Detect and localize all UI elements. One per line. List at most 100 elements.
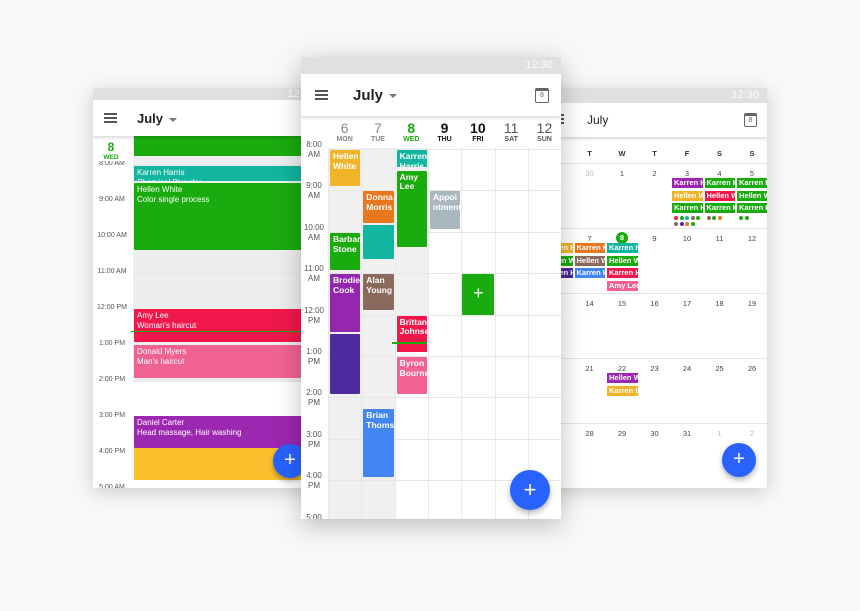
date-cell[interactable]: 1 xyxy=(704,429,736,438)
event-block[interactable]: Appoi ntment xyxy=(429,191,461,229)
day-header: 8 WED xyxy=(93,140,129,161)
day-name: SAT xyxy=(504,136,518,143)
calendar-today-icon[interactable]: 8 xyxy=(535,88,549,103)
event-dot xyxy=(706,216,711,220)
event-chip[interactable]: Karren H xyxy=(607,243,638,253)
event-description: Head massage, Hair washing xyxy=(137,427,242,437)
event-block[interactable]: Amy Lee Woman's haircut xyxy=(134,309,323,343)
event-chip[interactable]: Karren H xyxy=(737,203,767,213)
hour-line xyxy=(133,381,323,382)
hour-line xyxy=(133,273,323,274)
status-time: 12:30 xyxy=(731,89,759,101)
event-chip[interactable]: Karren H xyxy=(704,203,735,213)
event-chip[interactable]: Hellen W xyxy=(672,190,703,201)
date-cell[interactable]: 30 xyxy=(639,429,671,438)
menu-icon[interactable] xyxy=(315,90,328,100)
date-cell[interactable]: 21 xyxy=(574,364,606,373)
menu-icon[interactable] xyxy=(104,113,117,123)
event-block[interactable]: Brodie Cook xyxy=(330,274,361,333)
date-cell[interactable]: 28 xyxy=(574,429,606,438)
day-header[interactable]: 11 SAT xyxy=(495,120,528,143)
day-header[interactable]: 6 MON xyxy=(328,120,361,143)
date-cell[interactable]: 17 xyxy=(671,299,703,308)
day-header[interactable]: 12 SUN xyxy=(528,120,561,143)
time-label: 9:00 AM xyxy=(306,181,322,201)
add-event-fab[interactable]: + xyxy=(722,443,756,477)
event-block[interactable] xyxy=(363,225,394,259)
date-cell[interactable]: 2 xyxy=(736,429,767,438)
event-block[interactable]: Karren HarrisChemical Blowdry xyxy=(134,166,323,181)
date-cell[interactable]: 31 xyxy=(671,429,703,438)
event-name: Karren Harris xyxy=(137,168,185,178)
event-block[interactable]: Donna Morris xyxy=(363,191,394,224)
date-cell[interactable]: 23 xyxy=(639,364,671,373)
date-cell[interactable]: 12 xyxy=(736,234,767,243)
event-block[interactable]: Karren Harris xyxy=(396,150,427,167)
event-block[interactable]: Daniel Carter Head massage, Hair washing xyxy=(134,415,323,448)
date-cell[interactable]: 22 xyxy=(606,364,638,373)
date-cell[interactable]: 29 xyxy=(606,429,638,438)
event-block[interactable]: Alan Young xyxy=(363,274,394,311)
event-block[interactable]: Barbara Stone xyxy=(330,232,361,271)
event-block[interactable]: Amy Lee xyxy=(396,170,427,247)
add-event-fab[interactable]: + xyxy=(510,470,550,510)
day-number: 7 xyxy=(374,120,382,136)
event-chip[interactable]: Hellen W xyxy=(607,255,638,266)
date-cell[interactable]: 1 xyxy=(606,169,638,178)
date-cell[interactable]: 4 xyxy=(704,169,736,178)
event-chip[interactable]: Karren H xyxy=(737,178,767,188)
date-cell[interactable]: 11 xyxy=(704,234,736,243)
event-block[interactable]: Hellen White xyxy=(330,150,361,187)
event-chip[interactable]: Karren H xyxy=(672,178,703,188)
date-cell[interactable]: 10 xyxy=(671,234,703,243)
date-cell[interactable]: 19 xyxy=(736,299,767,308)
event-block[interactable]: Hellen White Color single process xyxy=(134,183,323,250)
event-block[interactable]: Brittany Johnson xyxy=(396,315,427,352)
date-cell[interactable]: 24 xyxy=(671,364,703,373)
day-divider xyxy=(427,148,429,519)
date-cell[interactable]: 18 xyxy=(704,299,736,308)
event-block[interactable] xyxy=(330,334,361,395)
date-cell[interactable]: 14 xyxy=(574,299,606,308)
event-chip[interactable]: Karren H xyxy=(574,268,605,278)
event-chip[interactable]: Hellen W xyxy=(737,190,767,201)
event-chip[interactable]: Karren H xyxy=(607,268,638,278)
event-chip[interactable]: Hellen W xyxy=(607,373,638,383)
date-cell[interactable]: 5 xyxy=(736,169,767,178)
date-cell[interactable]: 9 xyxy=(639,234,671,243)
event-name: Hellen White xyxy=(137,185,183,194)
date-cell[interactable]: 3 xyxy=(671,169,703,178)
date-cell[interactable]: 30 xyxy=(574,169,606,178)
event-chip[interactable]: Karren H xyxy=(607,385,638,396)
event-chip[interactable]: Amy Lee xyxy=(607,280,638,291)
day-header[interactable]: 10 FRI xyxy=(461,120,494,143)
event-block[interactable]: Brian Thomson xyxy=(363,408,394,478)
date-cell[interactable]: 16 xyxy=(639,299,671,308)
new-event-slot-button[interactable]: + xyxy=(462,274,495,315)
day-header[interactable]: 8 WED xyxy=(395,120,428,143)
date-cell[interactable]: 2 xyxy=(639,169,671,178)
day-number: 10 xyxy=(470,120,486,136)
time-label: 11:00 AM xyxy=(97,268,127,275)
day-header[interactable]: 7 TUE xyxy=(361,120,394,143)
event-block[interactable]: Byron Bourne xyxy=(396,357,427,395)
time-label: 1:00 PM xyxy=(98,340,126,347)
event-chip[interactable]: Hellen W xyxy=(574,255,605,266)
date-cell[interactable]: 7 xyxy=(574,234,606,243)
event-description: Man's haircut xyxy=(137,357,185,366)
event-chip[interactable]: Karren H xyxy=(672,203,703,213)
time-label: 12:00 PM xyxy=(303,305,325,325)
month-view-screen: 12:30 July 8 MTWTFSS2930123Karren HHelle… xyxy=(537,88,767,488)
month-selector[interactable]: July xyxy=(353,87,398,104)
date-cell[interactable]: 15 xyxy=(606,299,638,308)
event-chip[interactable]: Karren H xyxy=(704,178,735,188)
date-cell[interactable]: 26 xyxy=(736,364,767,373)
month-selector[interactable]: July xyxy=(137,111,178,126)
event-chip[interactable]: Hellen W xyxy=(704,190,735,201)
date-cell[interactable]: 25 xyxy=(704,364,736,373)
event-block[interactable]: Donald Myers Man's haircut xyxy=(134,345,323,379)
day-number: 11 xyxy=(503,120,519,136)
calendar-today-icon[interactable]: 8 xyxy=(744,113,757,127)
event-chip[interactable]: Karren H xyxy=(574,243,605,253)
day-header[interactable]: 9 THU xyxy=(428,120,461,143)
